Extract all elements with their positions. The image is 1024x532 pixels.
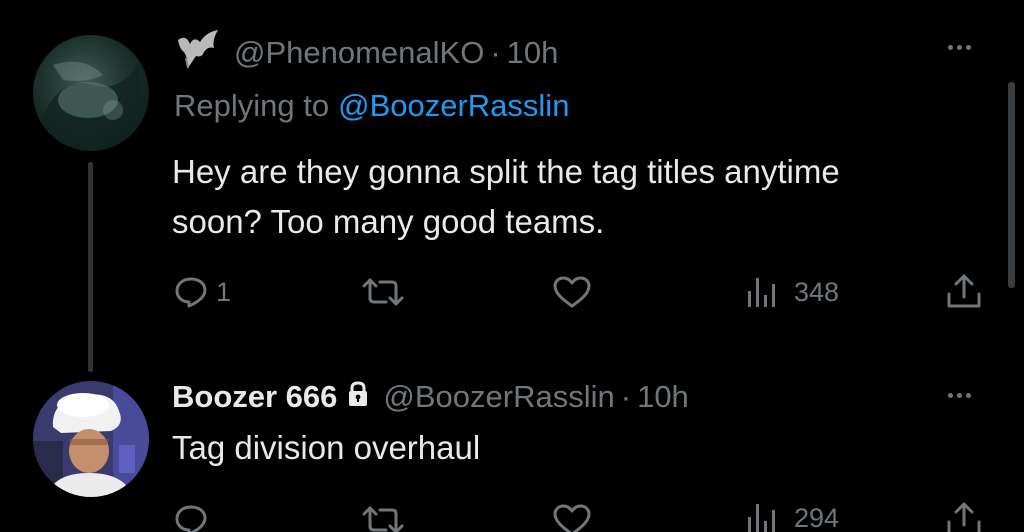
- tweet-2-time[interactable]: 10h: [637, 379, 689, 415]
- thread-line: [88, 162, 93, 372]
- retweet-icon: [362, 278, 404, 306]
- tweet-1-time[interactable]: 10h: [507, 35, 559, 71]
- timeline: @PhenomenalKO · 10h Replying to @BoozerR…: [0, 0, 1024, 532]
- reply-icon: [175, 277, 207, 308]
- tweet-1-share-button[interactable]: [946, 272, 982, 310]
- bat-icon: [174, 28, 222, 78]
- reply-icon: [175, 505, 207, 532]
- avatar-phenomenalko[interactable]: [33, 35, 149, 151]
- heart-icon: [553, 276, 591, 308]
- avatar-boozerrasslin[interactable]: [33, 381, 149, 497]
- tweet-2-share-button[interactable]: [946, 500, 982, 532]
- tweet-2-display-name[interactable]: Boozer 666: [172, 379, 337, 415]
- tweet-1-separator: ·: [490, 35, 501, 70]
- tweet-2-header: Boozer 666 @BoozerRasslin · 10h: [172, 374, 689, 420]
- tweet-2-reply-button[interactable]: [174, 502, 208, 532]
- tweet-1-views-button[interactable]: 348: [746, 274, 839, 310]
- tweet-2-handle[interactable]: @BoozerRasslin: [383, 379, 614, 415]
- tweet-1-header: @PhenomenalKO · 10h: [174, 30, 558, 76]
- reply-count: 1: [216, 276, 232, 307]
- tweet-1-replying: Replying to @BoozerRasslin: [174, 84, 569, 128]
- share-icon: [947, 502, 981, 532]
- tweet-1-more-icon[interactable]: [948, 45, 971, 50]
- lock-icon: [347, 379, 369, 415]
- tweet-2-separator: ·: [620, 379, 632, 414]
- heart-icon: [553, 504, 591, 532]
- tweet-1-handle[interactable]: @PhenomenalKO: [234, 35, 484, 71]
- views-icon: [748, 504, 775, 532]
- tweet-2-text: Tag division overhaul: [172, 429, 481, 466]
- replying-handle-link[interactable]: @BoozerRasslin: [338, 88, 569, 124]
- tweet-1-like-button[interactable]: [552, 275, 592, 309]
- replying-prefix: Replying to: [174, 88, 330, 123]
- views-count: 348: [794, 276, 840, 307]
- retweet-icon: [362, 506, 404, 532]
- tweet-1-reply-button[interactable]: 1: [174, 274, 231, 310]
- tweet-2-like-button[interactable]: [552, 503, 592, 532]
- tweet-1-text-line-1: Hey are they gonna split the tag titles …: [172, 153, 840, 190]
- share-icon: [947, 274, 981, 308]
- tweet-2-views-button[interactable]: 294: [746, 500, 839, 532]
- tweet-1-retweet-button[interactable]: [360, 276, 406, 308]
- views-count: 294: [794, 502, 840, 532]
- scrollbar[interactable]: [1008, 82, 1015, 288]
- tweet-2-more-icon[interactable]: [948, 393, 971, 398]
- views-icon: [748, 278, 775, 307]
- tweet-2-retweet-button[interactable]: [360, 504, 406, 532]
- tweet-1-text-line-2: soon? Too many good teams.: [172, 203, 605, 240]
